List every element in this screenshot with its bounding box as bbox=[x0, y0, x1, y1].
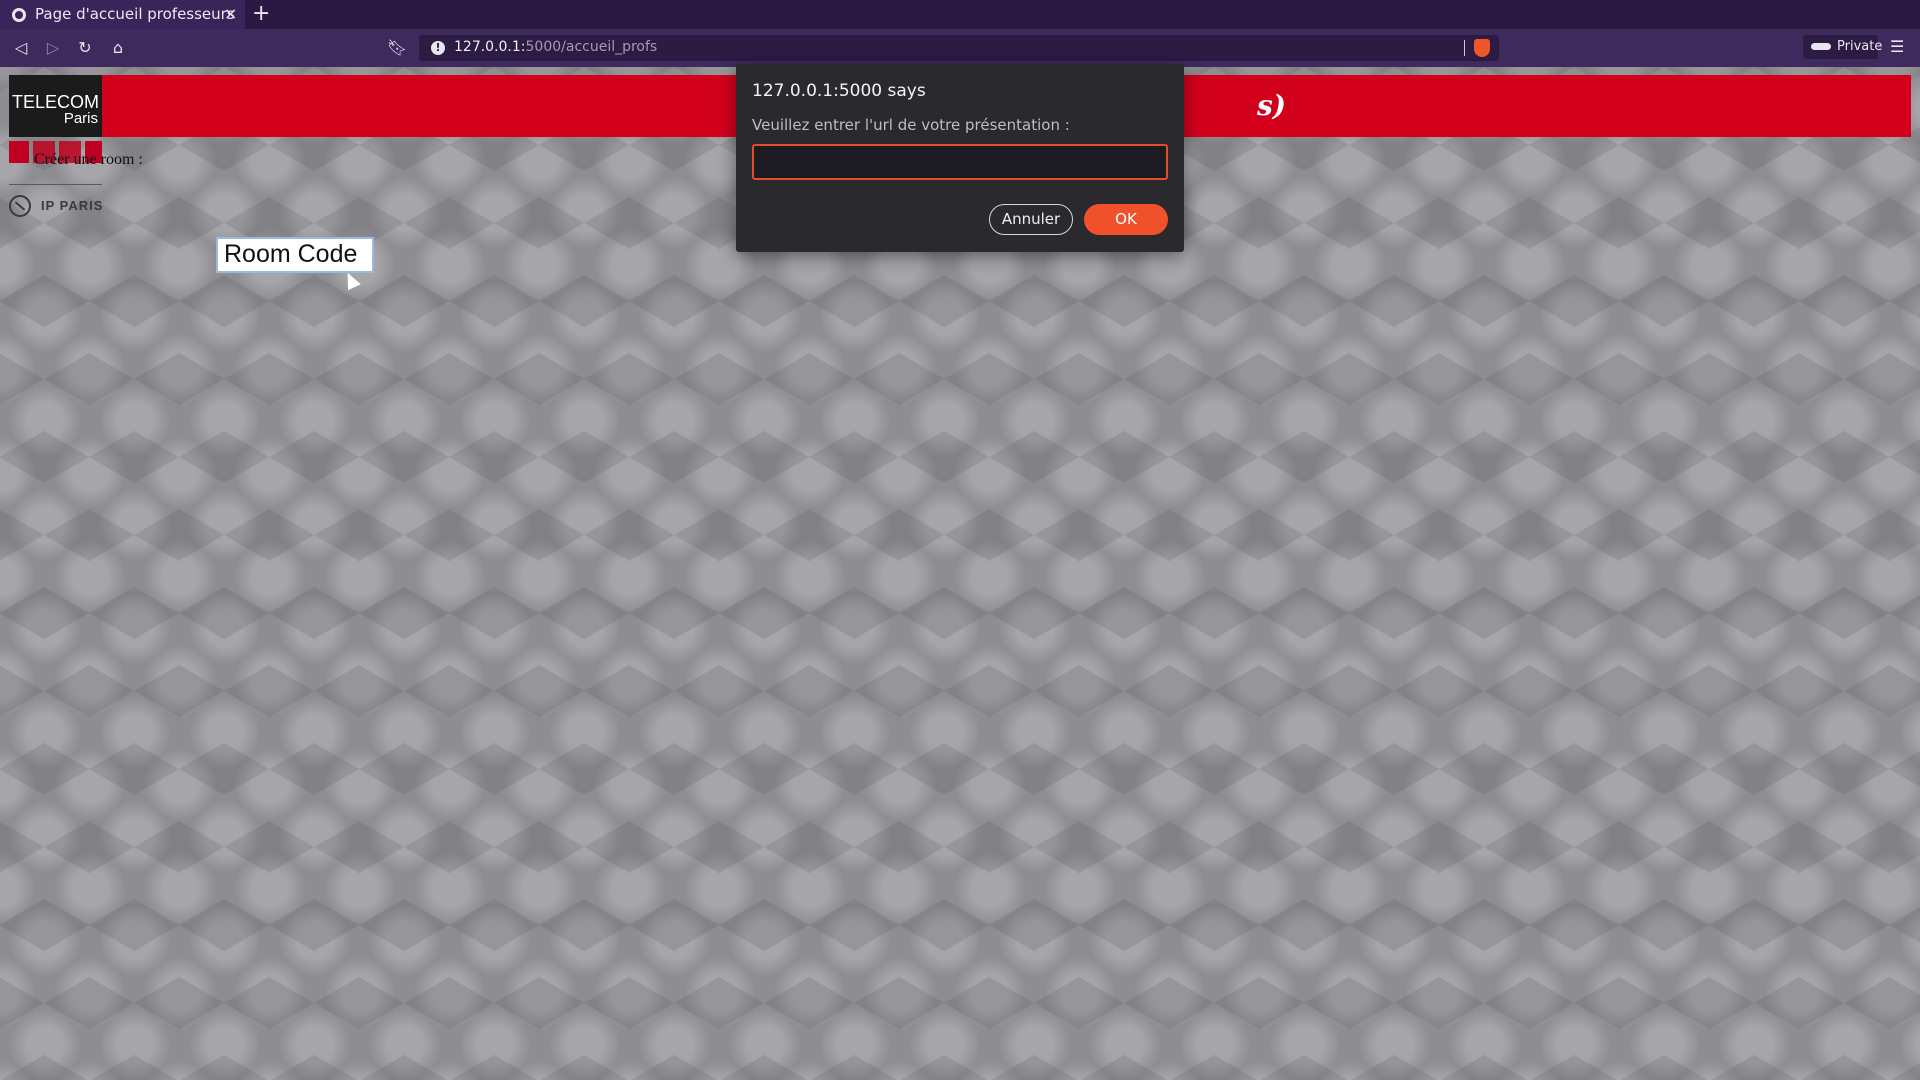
sidebar-divider bbox=[9, 184, 102, 185]
brave-shield-icon[interactable] bbox=[1474, 39, 1490, 57]
close-tab-icon[interactable]: × bbox=[224, 4, 237, 23]
browser-toolbar: ◁ ▷ ↻ ⌂ 🔖︎ ! 127.0.0.1:5000/accueil_prof… bbox=[0, 29, 1920, 67]
dialog-message: Veuillez entrer l'url de votre présentat… bbox=[752, 116, 1070, 134]
address-bar[interactable]: ! 127.0.0.1:5000/accueil_profs bbox=[419, 35, 1499, 61]
dialog-origin: 127.0.0.1:5000 says bbox=[752, 81, 926, 101]
private-mask-icon bbox=[1811, 43, 1831, 50]
ip-paris-text: IP PARIS bbox=[41, 198, 104, 213]
page-title: s) bbox=[1257, 89, 1287, 122]
cancel-button[interactable]: Annuler bbox=[989, 204, 1073, 235]
url-host: 127.0.0.1: bbox=[454, 39, 526, 55]
prompt-dialog: 127.0.0.1:5000 says Veuillez entrer l'ur… bbox=[736, 64, 1184, 252]
hamburger-menu-icon[interactable]: ☰ bbox=[1890, 37, 1904, 56]
private-window-badge[interactable]: Private bbox=[1803, 35, 1882, 59]
forward-arrow-icon[interactable]: ▷ bbox=[42, 37, 64, 59]
logo-line2: Paris bbox=[63, 110, 98, 127]
create-room-link[interactable]: Créer une room : bbox=[34, 151, 143, 169]
private-label: Private bbox=[1837, 39, 1883, 54]
bookmark-icon[interactable]: 🔖︎ bbox=[386, 37, 408, 59]
new-tab-button[interactable]: + bbox=[252, 1, 270, 26]
tab-title: Page d'accueil professeurs bbox=[35, 5, 235, 23]
tab-bar: Page d'accueil professeurs × + bbox=[0, 0, 1920, 29]
home-icon[interactable]: ⌂ bbox=[107, 37, 129, 59]
reload-icon[interactable]: ↻ bbox=[74, 37, 96, 59]
browser-tab[interactable]: Page d'accueil professeurs × bbox=[0, 0, 245, 29]
url-divider bbox=[1464, 40, 1465, 56]
globe-icon bbox=[12, 8, 26, 22]
ok-button[interactable]: OK bbox=[1084, 204, 1168, 235]
telecom-paris-logo: TELECOM Paris bbox=[9, 75, 102, 137]
presentation-url-input[interactable] bbox=[752, 144, 1168, 180]
back-arrow-icon[interactable]: ◁ bbox=[10, 37, 32, 59]
url-path: 5000/accueil_profs bbox=[525, 39, 658, 55]
url-text[interactable]: 127.0.0.1:5000/accueil_profs bbox=[454, 39, 657, 55]
ip-paris-emblem-icon bbox=[9, 195, 31, 217]
room-code-button[interactable]: Room Code bbox=[216, 237, 374, 273]
info-icon[interactable]: ! bbox=[431, 41, 445, 55]
